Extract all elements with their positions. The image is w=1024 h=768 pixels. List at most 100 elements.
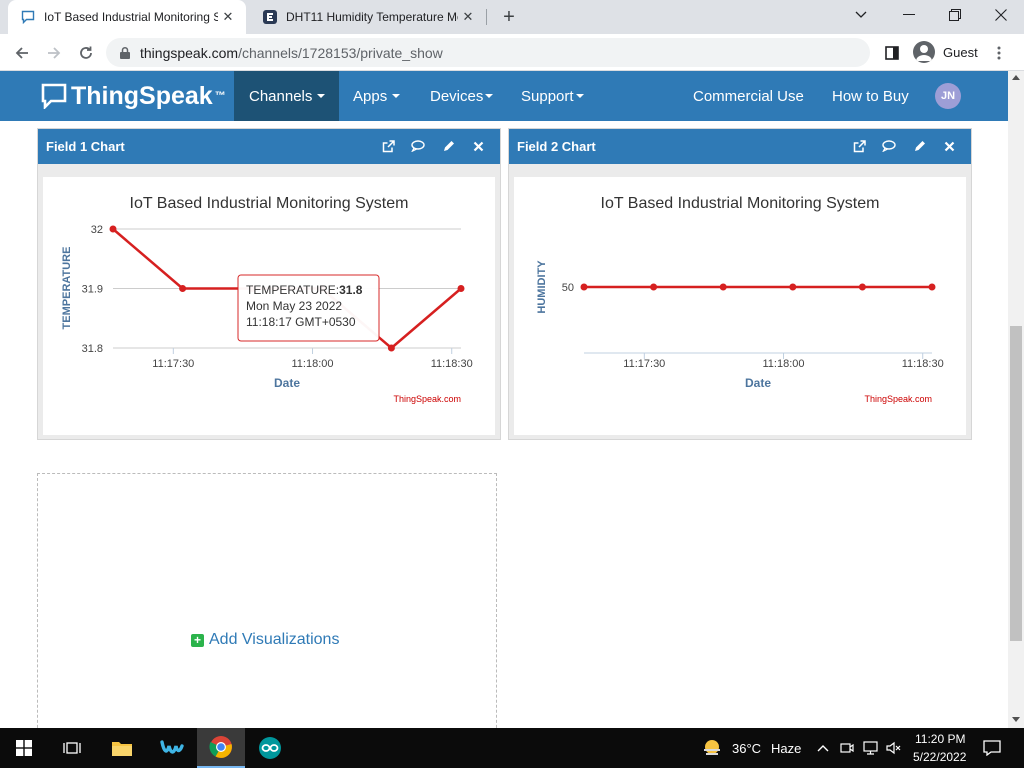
chat-bubble-icon xyxy=(20,9,36,25)
task-view-icon[interactable] xyxy=(48,728,96,768)
volume-muted-icon[interactable] xyxy=(882,728,904,768)
close-icon[interactable] xyxy=(941,138,957,154)
x-axis-label: Date xyxy=(274,376,300,390)
clock-time[interactable]: 11:20 PM xyxy=(915,732,965,746)
chrome-icon[interactable] xyxy=(197,728,245,768)
comment-icon[interactable] xyxy=(410,138,426,154)
new-tab-icon[interactable]: + xyxy=(498,6,520,28)
restore-icon[interactable] xyxy=(932,0,978,30)
data-point xyxy=(457,285,465,292)
weather-description[interactable]: Haze xyxy=(771,741,801,756)
file-explorer-icon[interactable] xyxy=(98,728,146,768)
panel-header: Field 1 Chart xyxy=(38,129,500,164)
profile-label: Guest xyxy=(943,44,978,60)
scrollbar-thumb[interactable] xyxy=(1010,326,1022,641)
notifications-icon[interactable] xyxy=(968,728,1016,768)
nav-commercial-use-label: Commercial Use xyxy=(693,87,804,105)
forward-arrow-icon[interactable] xyxy=(41,40,67,66)
back-arrow-icon[interactable] xyxy=(9,40,35,66)
nav-how-to-buy-label: How to Buy xyxy=(832,87,909,105)
field-2-chart: IoT Based Industrial Monitoring System 50… xyxy=(514,177,966,435)
site-navbar: ThingSpeak ™ Channels Apps Devices Suppor… xyxy=(0,71,1008,121)
caret-down-icon xyxy=(575,94,584,98)
tab-dht11[interactable]: DHT11 Humidity Temperature Mo ✕ xyxy=(250,0,486,34)
data-point xyxy=(858,283,866,291)
meet-now-icon[interactable] xyxy=(836,728,858,768)
add-visualizations-area[interactable]: + Add Visualizations xyxy=(37,473,497,728)
tab-iot-monitoring[interactable]: IoT Based Industrial Monitoring S ✕ xyxy=(8,0,246,34)
address-bar[interactable]: thingspeak.com/channels/1728153/private_… xyxy=(106,38,870,67)
data-point xyxy=(179,285,187,292)
nav-apps[interactable]: Apps xyxy=(353,71,401,121)
channel-content: Field 1 Chart IoT Based Industrial Monit… xyxy=(0,121,1008,728)
page-scrollbar[interactable] xyxy=(1008,71,1024,728)
field-1-chart: IoT Based Industrial Monitoring System 32… xyxy=(43,177,495,435)
nav-commercial-use[interactable]: Commercial Use xyxy=(693,71,804,121)
open-external-icon[interactable] xyxy=(851,138,867,154)
pencil-icon[interactable] xyxy=(440,138,456,154)
thingspeak-logo[interactable]: ThingSpeak ™ xyxy=(41,81,226,111)
nav-how-to-buy[interactable]: How to Buy xyxy=(832,71,909,121)
caret-down-icon xyxy=(392,94,401,98)
scroll-down-arrow-icon[interactable] xyxy=(1012,717,1020,722)
scroll-up-arrow-icon[interactable] xyxy=(1012,75,1020,80)
site-favicon-icon xyxy=(262,9,278,25)
weather-haze-icon[interactable] xyxy=(688,728,736,768)
data-point xyxy=(650,283,658,291)
close-tab-icon[interactable]: ✕ xyxy=(458,7,478,27)
x-tick-label: 11:18:00 xyxy=(292,358,334,370)
brand-name: ThingSpeak xyxy=(71,81,213,110)
tooltip-value: 31.8 xyxy=(339,283,363,297)
close-window-icon[interactable] xyxy=(978,0,1024,30)
add-visualizations-button[interactable]: + Add Visualizations xyxy=(191,631,339,649)
caret-down-icon xyxy=(485,94,494,98)
close-tab-icon[interactable]: ✕ xyxy=(218,7,238,27)
nav-channels[interactable]: Channels xyxy=(234,71,339,121)
pencil-icon[interactable] xyxy=(911,138,927,154)
network-icon[interactable] xyxy=(859,728,881,768)
profile-button[interactable]: Guest xyxy=(910,38,986,66)
thingspeak-logo-icon xyxy=(41,83,67,109)
comment-icon[interactable] xyxy=(881,138,897,154)
data-point xyxy=(719,283,727,291)
data-point xyxy=(580,283,588,291)
chart-1-svg: IoT Based Industrial Monitoring System 32… xyxy=(61,195,473,404)
add-visualizations-label: Add Visualizations xyxy=(209,631,340,648)
chart-credit: ThingSpeak.com xyxy=(393,394,461,404)
webex-icon[interactable] xyxy=(148,728,196,768)
field-1-panel: Field 1 Chart IoT Based Industrial Monit… xyxy=(37,128,501,440)
nav-apps-label: Apps xyxy=(353,87,388,105)
caret-down-icon xyxy=(317,94,326,98)
tab-search-chevron-icon[interactable] xyxy=(838,0,884,30)
tab-title: DHT11 Humidity Temperature Mo xyxy=(286,10,458,24)
clock-date[interactable]: 5/22/2022 xyxy=(913,750,966,764)
user-avatar[interactable]: JN xyxy=(935,83,961,109)
y-tick-label: 31.9 xyxy=(82,284,103,296)
y-axis-label: HUMIDITY xyxy=(536,260,548,314)
y-tick-label: 31.8 xyxy=(82,343,103,355)
reload-icon[interactable] xyxy=(73,40,99,66)
side-panel-icon[interactable] xyxy=(879,40,905,66)
tooltip-time: 11:18:17 GMT+0530 xyxy=(246,315,356,329)
weather-temperature[interactable]: 36°C xyxy=(732,741,761,756)
show-hidden-icons-chevron-icon[interactable] xyxy=(812,728,834,768)
browser-tab-strip: IoT Based Industrial Monitoring S ✕ DHT1… xyxy=(0,0,1024,34)
field-2-panel: Field 2 Chart IoT Based Industrial Monit… xyxy=(508,128,972,440)
url-host: thingspeak.com xyxy=(140,44,239,61)
close-icon[interactable] xyxy=(470,138,486,154)
x-tick-label: 11:18:30 xyxy=(902,358,944,370)
plus-square-icon: + xyxy=(191,633,204,647)
windows-start-icon[interactable] xyxy=(0,728,48,768)
open-external-icon[interactable] xyxy=(380,138,396,154)
arduino-ide-icon[interactable] xyxy=(246,728,294,768)
lock-icon xyxy=(120,46,130,59)
panel-header: Field 2 Chart xyxy=(509,129,971,164)
panel-title: Field 1 Chart xyxy=(46,139,125,154)
tab-divider xyxy=(486,9,487,25)
url-path: /channels/1728153/private_show xyxy=(238,44,443,61)
nav-devices[interactable]: Devices xyxy=(430,71,494,121)
browser-menu-icon[interactable] xyxy=(986,40,1012,66)
nav-support[interactable]: Support xyxy=(521,71,584,121)
minimize-icon[interactable] xyxy=(886,0,932,30)
brand-trademark: ™ xyxy=(214,90,226,102)
